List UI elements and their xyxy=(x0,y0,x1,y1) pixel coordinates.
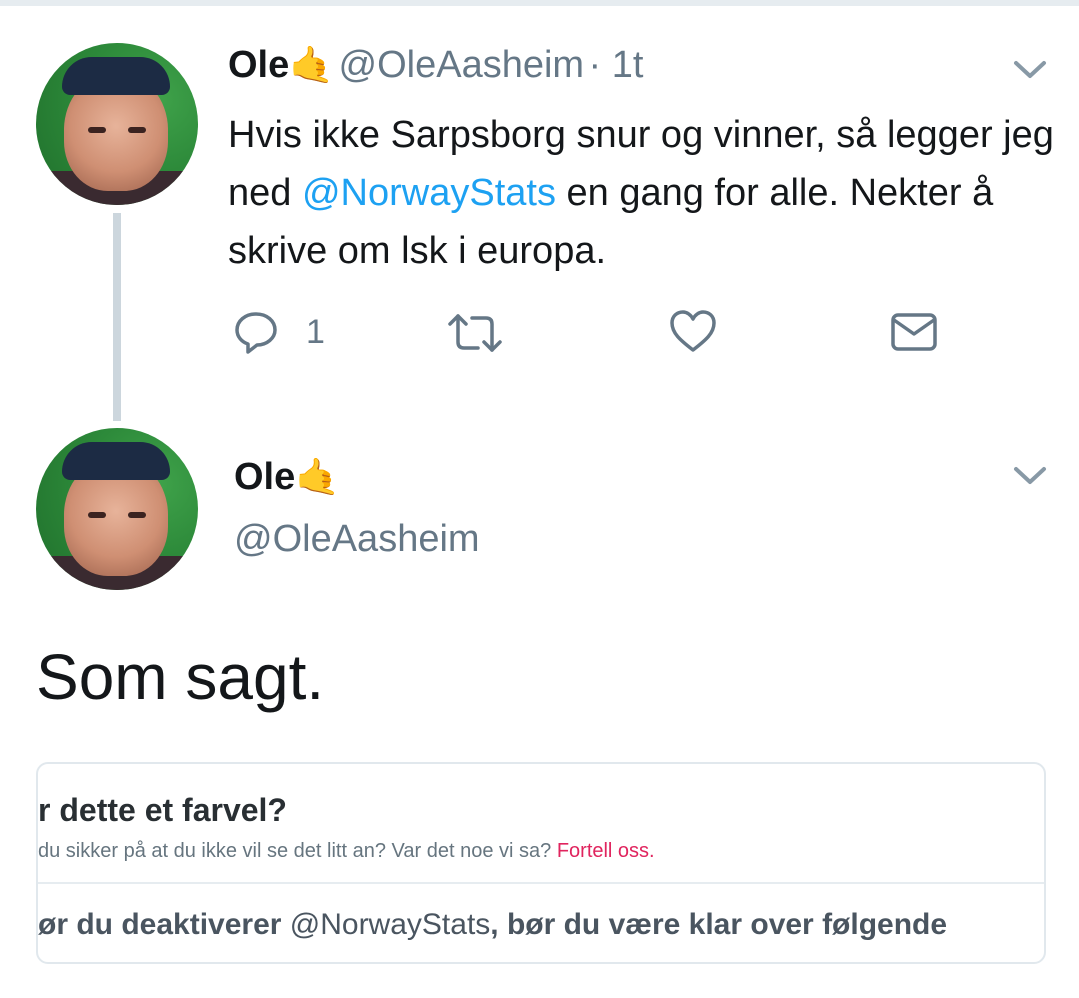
like-button[interactable] xyxy=(668,308,718,354)
card-bottom-bold: , bør du være klar over følgende xyxy=(490,908,948,941)
card-feedback-link: Fortell oss. xyxy=(556,840,655,862)
tweet-timestamp[interactable]: · 1t xyxy=(589,44,644,86)
like-icon xyxy=(670,310,716,352)
reply-button[interactable]: 1 xyxy=(232,308,325,356)
avatar[interactable] xyxy=(36,43,198,205)
chevron-down-icon[interactable] xyxy=(1012,464,1048,488)
tweet-text: Hvis ikke Sarpsborg snur og vinner, så l… xyxy=(228,106,1058,280)
card-subtitle-text: du sikker på at du ikke vil se det litt … xyxy=(38,840,557,862)
display-name[interactable]: Ole xyxy=(234,456,295,498)
card-bottom-handle: @NorwayStats xyxy=(289,908,491,941)
card-bottom-bold: ør du deaktiverer xyxy=(38,908,290,941)
card-deactivate-text: ør du deaktiverer @NorwayStats, bør du v… xyxy=(38,908,947,942)
tweet-author-name: Ole🤙 xyxy=(234,456,340,499)
direct-message-icon xyxy=(891,313,937,351)
tweet-author-handle: @OleAasheim xyxy=(234,518,480,561)
card-divider xyxy=(38,882,1044,884)
call-me-hand-emoji: 🤙 xyxy=(289,44,335,85)
mention-link[interactable]: @NorwayStats xyxy=(302,172,556,214)
reply-count: 1 xyxy=(306,312,325,351)
reply-icon xyxy=(235,312,277,354)
tweet-header: Ole🤙 @OleAasheim · 1t xyxy=(228,44,643,87)
card-subtitle: du sikker på at du ikke vil se det litt … xyxy=(38,840,655,863)
direct-message-button[interactable] xyxy=(890,312,938,352)
retweet-icon xyxy=(448,314,502,352)
call-me-hand-emoji: 🤙 xyxy=(295,456,341,497)
retweet-button[interactable] xyxy=(446,312,504,354)
avatar[interactable] xyxy=(36,428,198,590)
tweet-text: Som sagt. xyxy=(36,641,325,713)
thread-connector xyxy=(113,213,121,421)
user-handle[interactable]: @OleAasheim xyxy=(339,44,585,86)
top-divider xyxy=(0,0,1079,6)
card-title: r dette et farvel? xyxy=(38,792,287,828)
chevron-down-icon[interactable] xyxy=(1012,58,1048,82)
attached-image-card[interactable]: r dette et farvel? du sikker på at du ik… xyxy=(36,762,1046,964)
display-name[interactable]: Ole xyxy=(228,44,289,86)
user-handle[interactable]: @OleAasheim xyxy=(234,518,480,560)
